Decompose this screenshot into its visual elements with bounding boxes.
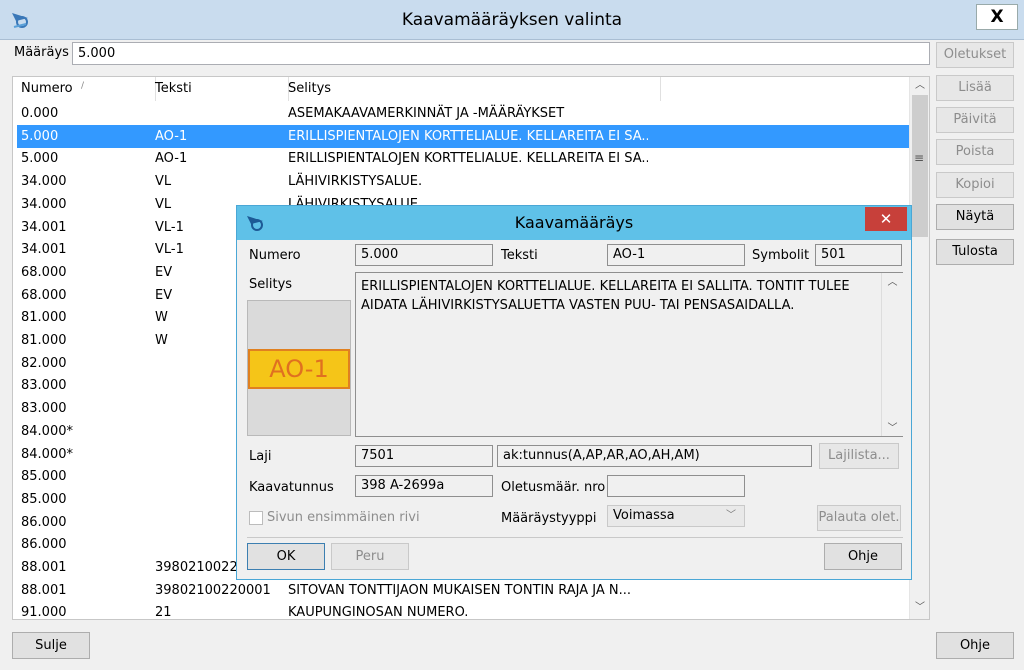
cell-numero: 68.000 bbox=[21, 264, 67, 280]
cell-numero: 83.000 bbox=[21, 378, 67, 394]
cell-numero: 88.001 bbox=[21, 582, 67, 598]
kopioi-button[interactable]: Kopioi bbox=[936, 172, 1014, 198]
table-row[interactable]: 91.000 21 KAUPUNGINOSAN NUMERO. bbox=[17, 601, 909, 620]
table-row[interactable]: 88.001 39802100220001 SITOVAN TONTTIJAON M… bbox=[17, 579, 909, 602]
window-title: Kaavamääräyksen valinta bbox=[401, 10, 623, 30]
table-row[interactable]: 0.000 ASEMAKAAVAMERKINNÄT JA -MÄÄRÄYKSET bbox=[17, 102, 909, 125]
cell-teksti: AO-1 bbox=[155, 128, 188, 144]
symbolit-field[interactable]: 501 bbox=[815, 244, 902, 266]
cell-numero: 81.000 bbox=[21, 333, 67, 348]
textarea-scrollbar[interactable]: ︿ ﹀ bbox=[881, 273, 903, 436]
first-row-checkbox[interactable] bbox=[249, 511, 263, 525]
cell-selitys: ERILLISPIENTALOJEN KORTTELIALUE. KELLARE… bbox=[288, 151, 648, 167]
oletus-label: Oletusmäär. nro bbox=[501, 480, 606, 495]
cell-numero: 82.000 bbox=[21, 355, 67, 371]
teksti-label: Teksti bbox=[501, 248, 538, 263]
filter-label: Määräys bbox=[14, 45, 69, 60]
tulosta-button[interactable]: Tulosta bbox=[936, 239, 1014, 265]
cell-numero: 5.000 bbox=[21, 128, 59, 144]
close-button[interactable]: X bbox=[976, 4, 1018, 30]
first-row-checkbox-label: Sivun ensimmäinen rivi bbox=[267, 510, 420, 525]
paivita-button[interactable]: Päivitä bbox=[936, 107, 1014, 133]
oletus-field[interactable] bbox=[607, 475, 745, 497]
peru-button[interactable]: Peru bbox=[331, 543, 409, 570]
table-row[interactable]: 34.000 VL LÄHIVIRKISTYSALUE. bbox=[17, 170, 909, 193]
chevron-down-icon: ﹀ bbox=[726, 510, 736, 521]
cell-numero: 84.000* bbox=[21, 446, 73, 462]
cell-numero: 5.000 bbox=[21, 151, 59, 167]
cell-numero: 34.001 bbox=[21, 242, 67, 258]
scroll-grip-icon: ≡ bbox=[914, 151, 925, 165]
numero-field[interactable]: 5.000 bbox=[355, 244, 493, 266]
cell-numero: 34.000 bbox=[21, 174, 67, 190]
cell-selitys: LÄHIVIRKISTYSALUE. bbox=[288, 174, 423, 190]
cell-numero: 83.000 bbox=[21, 401, 67, 417]
dialog-ohje-button[interactable]: Ohje bbox=[824, 543, 902, 570]
ok-button[interactable]: OK bbox=[247, 543, 325, 570]
textarea-scroll-up-icon[interactable]: ︿ bbox=[882, 273, 903, 288]
tyyppi-value: Voimassa bbox=[613, 508, 675, 523]
column-header-numero[interactable]: Numero bbox=[13, 77, 156, 101]
tyyppi-label: Määräystyyppi bbox=[501, 511, 597, 526]
cell-selitys: ERILLISPIENTALOJEN KORTTELIALUE. KELLARE… bbox=[288, 128, 648, 144]
sort-arrow-icon: / bbox=[81, 81, 85, 91]
selitys-text: ERILLISPIENTALOJEN KORTTELIALUE. KELLARE… bbox=[361, 279, 850, 313]
lajilista-button[interactable]: Lajilista... bbox=[819, 443, 899, 469]
cell-numero: 88.001 bbox=[21, 560, 67, 575]
dialog-close-button[interactable]: ✕ bbox=[865, 207, 907, 231]
nayta-button[interactable]: Näytä bbox=[936, 204, 1014, 230]
cell-numero: 34.001 bbox=[21, 219, 67, 235]
column-header-selitys[interactable]: Selitys bbox=[280, 77, 661, 101]
selitys-label: Selitys bbox=[249, 277, 293, 292]
cell-numero: 81.000 bbox=[21, 310, 67, 326]
cell-numero: 0.000 bbox=[21, 106, 59, 121]
selitys-textarea[interactable]: ERILLISPIENTALOJEN KORTTELIALUE. KELLARE… bbox=[355, 272, 903, 437]
cell-teksti: 21 bbox=[155, 605, 172, 620]
table-scrollbar[interactable]: ︿ ≡ ﹀ bbox=[909, 77, 929, 619]
lisaa-button[interactable]: Lisää bbox=[936, 75, 1014, 101]
cell-numero: 86.000 bbox=[21, 537, 67, 553]
cell-numero: 34.000 bbox=[21, 196, 67, 212]
dialog-divider bbox=[247, 537, 903, 538]
symbolit-label: Symbolit bbox=[752, 248, 810, 263]
teksti-field[interactable]: AO-1 bbox=[607, 244, 745, 266]
cell-numero: 86.000 bbox=[21, 514, 67, 530]
cell-numero: 85.000 bbox=[21, 469, 67, 485]
regulation-dialog: Kaavamääräys ✕ Numero 5.000 Teksti AO-1 … bbox=[236, 205, 912, 580]
numero-label: Numero bbox=[249, 248, 301, 263]
kaavatunnus-field[interactable]: 398 A-2699a bbox=[355, 475, 493, 497]
palauta-button[interactable]: Palauta olet. bbox=[817, 505, 901, 531]
cell-numero: 85.000 bbox=[21, 491, 67, 507]
filter-input[interactable]: 5.000 bbox=[72, 42, 930, 65]
oletukset-button[interactable]: Oletukset bbox=[936, 42, 1014, 68]
laji-description-field[interactable]: ak:tunnus(A,AP,AR,AO,AH,AM) bbox=[497, 445, 812, 467]
cell-selitys: KAUPUNGINOSAN NUMERO. bbox=[288, 605, 469, 620]
sulje-button[interactable]: Sulje bbox=[12, 632, 90, 659]
laji-field[interactable]: 7501 bbox=[355, 445, 493, 467]
cell-teksti: VL bbox=[155, 174, 172, 190]
tyyppi-select[interactable]: Voimassa ﹀ bbox=[607, 505, 745, 527]
poista-button[interactable]: Poista bbox=[936, 139, 1014, 165]
scroll-down-icon[interactable]: ﹀ bbox=[910, 599, 929, 617]
ohje-button[interactable]: Ohje bbox=[936, 632, 1014, 659]
cell-numero: 84.000* bbox=[21, 423, 73, 439]
scroll-up-icon[interactable]: ︿ bbox=[910, 77, 929, 95]
cell-numero: 68.000 bbox=[21, 287, 67, 303]
laji-label: Laji bbox=[249, 449, 272, 464]
cell-selitys: SITOVAN TONTTIJAON MUKAISEN TONTIN RAJA … bbox=[288, 582, 631, 598]
cell-teksti: 39802100220001 bbox=[155, 582, 271, 598]
cell-teksti: AO-1 bbox=[155, 151, 188, 167]
scroll-thumb[interactable] bbox=[912, 95, 928, 237]
symbol-swatch: AO-1 bbox=[248, 349, 350, 389]
cell-numero: 91.000 bbox=[21, 605, 67, 620]
kaavatunnus-label: Kaavatunnus bbox=[249, 480, 334, 495]
column-header-teksti[interactable]: Teksti bbox=[147, 77, 289, 101]
cell-selitys: ASEMAKAAVAMERKINNÄT JA -MÄÄRÄYKSET bbox=[288, 106, 565, 121]
table-row[interactable]: 5.000 AO-1 ERILLISPIENTALOJEN KORTTELIALUE… bbox=[17, 147, 909, 170]
table-row[interactable]: 5.000 AO-1 ERILLISPIENTALOJEN KORTTELIALUE… bbox=[17, 124, 909, 148]
textarea-scroll-down-icon[interactable]: ﹀ bbox=[882, 419, 903, 434]
dialog-title: Kaavamääräys bbox=[514, 213, 634, 232]
